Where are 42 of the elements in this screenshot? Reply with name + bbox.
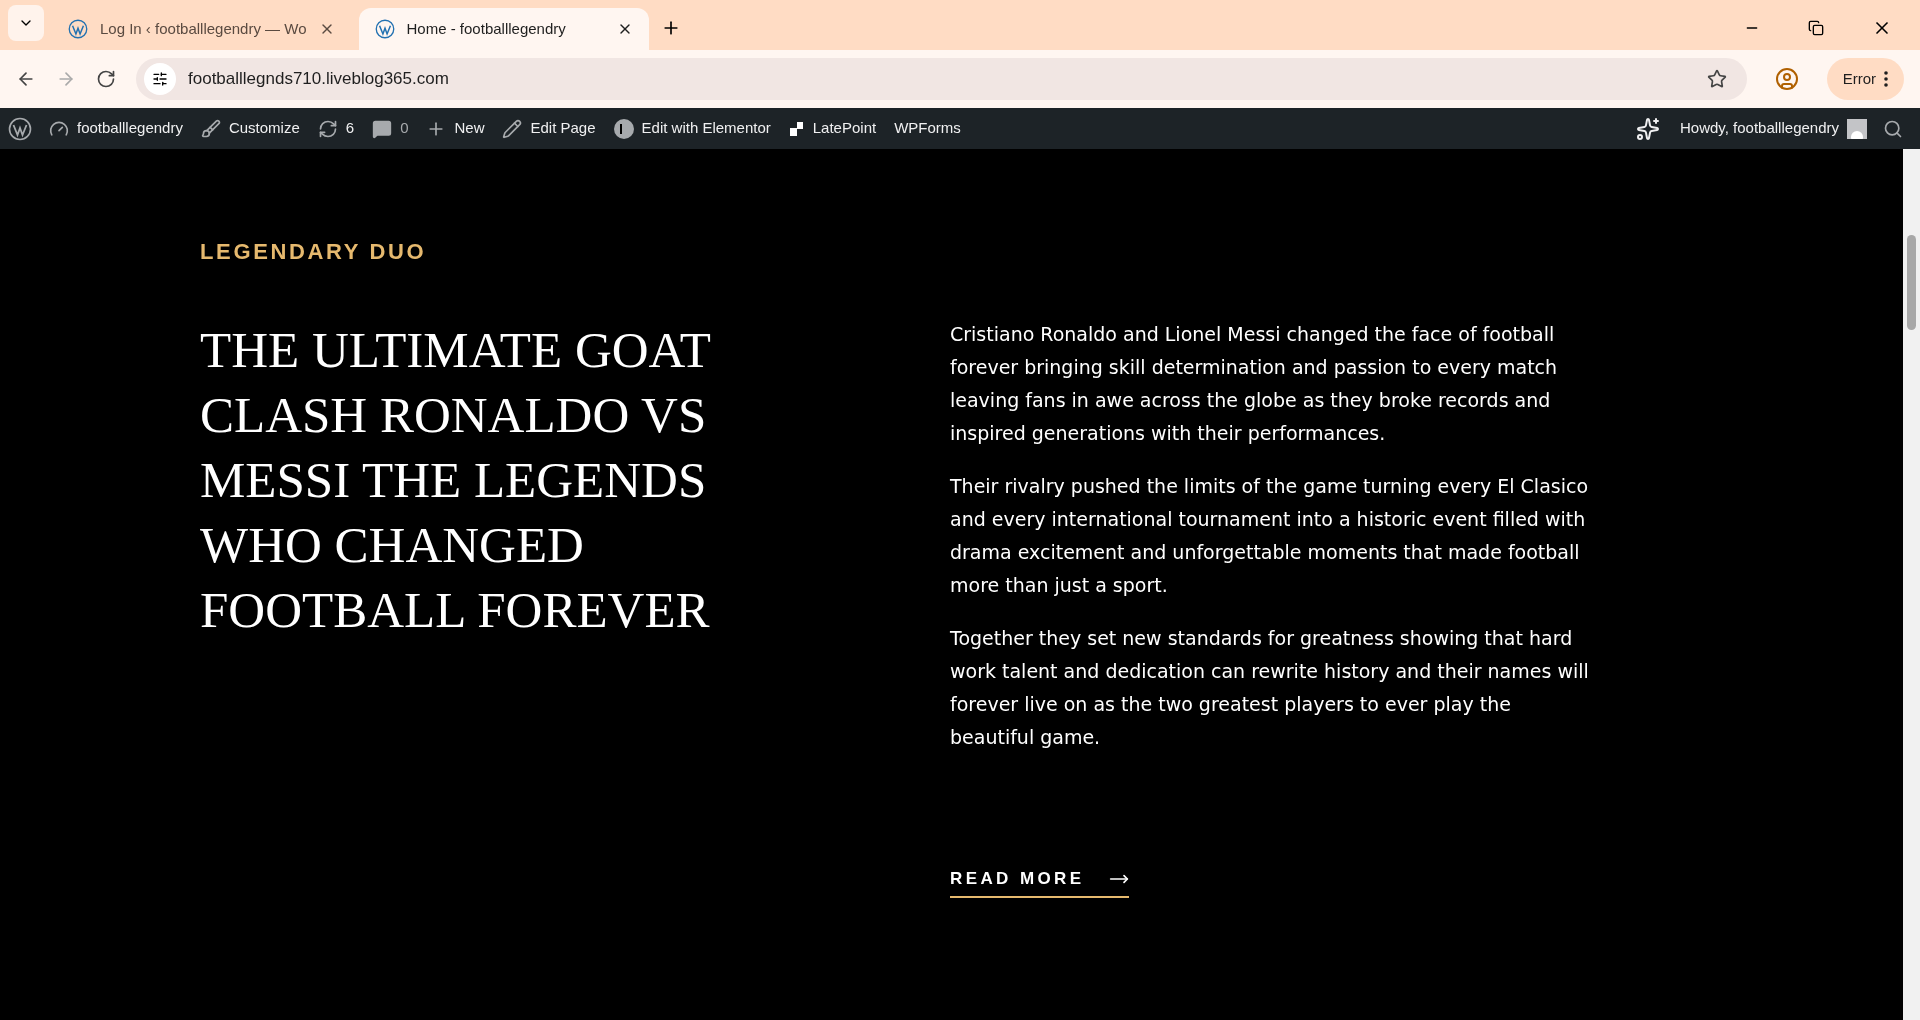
address-bar[interactable]: footballlegnds710.liveblog365.com bbox=[136, 58, 1747, 100]
error-button[interactable]: Error bbox=[1826, 58, 1904, 100]
body-paragraph: Together they set new standards for greatness showing that hard work talent and dedication can rewrite history and their names will forever live on as the two greatest players to ever play the beautiful game. bbox=[950, 626, 1590, 750]
avatar-icon bbox=[1847, 118, 1867, 139]
body-paragraph: Their rivalry pushed the limits of the game turning every El Clasico and every international tournament into a historic event filled with drama excitement and unforgettable moments that made football more than just a sport. bbox=[950, 474, 1590, 598]
tab-title: Log In ‹ footballlegendry — Wo bbox=[100, 18, 307, 39]
pencil-icon bbox=[502, 118, 523, 139]
admin-bar-item[interactable]: Customize bbox=[191, 108, 309, 149]
wordpress-icon[interactable] bbox=[374, 19, 395, 39]
admin-bar-item[interactable]: LatePoint bbox=[779, 108, 886, 149]
read-more-link[interactable]: READ MORE bbox=[950, 866, 1129, 898]
search-icon[interactable] bbox=[1883, 118, 1903, 139]
admin-bar-item[interactable]: New bbox=[417, 108, 494, 149]
latepoint-icon bbox=[788, 120, 805, 137]
wordpress-icon[interactable] bbox=[68, 19, 88, 39]
url-text: footballlegnds710.liveblog365.com bbox=[188, 68, 450, 91]
profile-icon[interactable] bbox=[1774, 67, 1799, 91]
body-paragraph: Cristiano Ronaldo and Lionel Messi changed the face of football forever bringing skill determination and passion to every match leaving fans in awe across the globe as they broke records and inspired generations with their performances. bbox=[950, 322, 1559, 446]
more-icon bbox=[1884, 71, 1888, 87]
admin-bar-item[interactable]: WPForms bbox=[885, 108, 970, 149]
admin-bar-item[interactable]: 0 bbox=[363, 108, 418, 149]
tab-title: Home - footballlegendry bbox=[406, 18, 567, 39]
browser-tab[interactable]: Home - footballlegendry bbox=[358, 8, 649, 50]
brush-icon bbox=[200, 118, 221, 139]
section-heading: THE ULTIMATE GOAT CLASH RONALDO VS MESSI THE LEGENDS WHO CHANGED FOOTBALL FOREVER bbox=[200, 321, 711, 640]
scrollbar[interactable] bbox=[1903, 149, 1920, 1020]
comment-icon bbox=[372, 118, 393, 139]
admin-bar-item[interactable]: 6 bbox=[308, 108, 364, 149]
browser-tab[interactable]: Log In ‹ footballlegendry — Wo bbox=[52, 8, 351, 50]
section-eyebrow: LEGENDARY DUO bbox=[200, 238, 428, 266]
updates-icon bbox=[317, 118, 338, 139]
admin-bar-item[interactable]: footballlegendry bbox=[40, 108, 192, 149]
sparkles-icon[interactable] bbox=[1636, 116, 1660, 141]
wordpress-icon[interactable] bbox=[8, 116, 32, 141]
elementor-icon bbox=[613, 118, 634, 139]
site-info-icon[interactable] bbox=[144, 63, 176, 95]
restore-icon[interactable] bbox=[1808, 20, 1824, 36]
reload-icon[interactable] bbox=[96, 69, 116, 89]
admin-bar-item[interactable]: Edit Page bbox=[493, 108, 605, 149]
admin-bar-item[interactable]: Edit with Elementor bbox=[604, 108, 780, 149]
bookmark-star-icon[interactable] bbox=[1706, 69, 1727, 89]
user-greeting[interactable]: Howdy, footballlegendry bbox=[1680, 117, 1867, 140]
